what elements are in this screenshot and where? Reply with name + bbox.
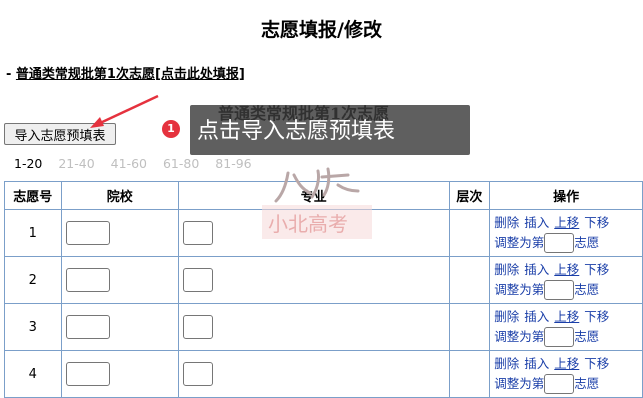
adjust-suffix: 志愿 bbox=[574, 281, 600, 297]
adjust-prefix: 调整为第 bbox=[494, 234, 545, 250]
delete-link[interactable]: 删除 bbox=[494, 215, 519, 230]
header-actions: 操作 bbox=[489, 181, 643, 210]
insert-link[interactable]: 插入 bbox=[524, 215, 549, 230]
move-up-link[interactable]: 上移 bbox=[554, 309, 579, 324]
move-down-link[interactable]: 下移 bbox=[584, 215, 609, 230]
adjust-position-input[interactable] bbox=[544, 280, 575, 301]
import-prefill-button[interactable]: 导入志愿预填表 bbox=[4, 123, 116, 145]
move-down-link[interactable]: 下移 bbox=[584, 262, 609, 277]
table-row: 3 删除 插入 上移 下移调整为第 志愿 bbox=[4, 303, 643, 351]
header-college: 院校 bbox=[60, 181, 179, 210]
choice-number: 3 bbox=[4, 303, 62, 351]
insert-link[interactable]: 插入 bbox=[524, 356, 549, 371]
choice-number: 1 bbox=[4, 209, 62, 257]
adjust-suffix: 志愿 bbox=[574, 328, 600, 344]
adjust-suffix: 志愿 bbox=[574, 375, 600, 391]
major-code-input[interactable] bbox=[182, 268, 213, 292]
college-code-input[interactable] bbox=[65, 362, 110, 386]
adjust-position-input[interactable] bbox=[544, 374, 575, 395]
row-actions: 删除 插入 上移 下移调整为第 志愿 bbox=[489, 209, 643, 257]
move-down-link[interactable]: 下移 bbox=[584, 356, 609, 371]
level-cell bbox=[448, 350, 491, 398]
college-code-input[interactable] bbox=[65, 315, 110, 339]
adjust-position-input[interactable] bbox=[544, 327, 575, 348]
move-up-link[interactable]: 上移 bbox=[554, 215, 579, 230]
adjust-prefix: 调整为第 bbox=[494, 281, 545, 297]
round-subtitle: - 普通类常规批第1次志愿[点击此处填报] bbox=[6, 63, 245, 82]
insert-link[interactable]: 插入 bbox=[524, 262, 549, 277]
row-actions: 删除 插入 上移 下移调整为第 志愿 bbox=[489, 303, 643, 351]
row-actions: 删除 插入 上移 下移调整为第 志愿 bbox=[489, 350, 643, 398]
table-row: 2 删除 插入 上移 下移调整为第 志愿 bbox=[4, 256, 643, 304]
tip-text: 点击导入志愿预填表 bbox=[197, 119, 396, 144]
page-tab-5[interactable]: 81-96 bbox=[215, 156, 251, 171]
major-code-input[interactable] bbox=[182, 362, 213, 386]
move-up-link[interactable]: 上移 bbox=[554, 356, 579, 371]
table-row: 4 删除 插入 上移 下移调整为第 志愿 bbox=[4, 350, 643, 398]
delete-link[interactable]: 删除 bbox=[494, 262, 519, 277]
page-title: 志愿填报/修改 bbox=[261, 19, 382, 41]
delete-link[interactable]: 删除 bbox=[494, 309, 519, 324]
level-cell bbox=[448, 303, 491, 351]
step-badge: 1 bbox=[162, 120, 180, 138]
header-level: 层次 bbox=[448, 181, 491, 210]
move-up-link[interactable]: 上移 bbox=[554, 262, 579, 277]
adjust-prefix: 调整为第 bbox=[494, 328, 545, 344]
adjust-prefix: 调整为第 bbox=[494, 375, 545, 391]
delete-link[interactable]: 删除 bbox=[494, 356, 519, 371]
adjust-suffix: 志愿 bbox=[574, 234, 600, 250]
pagination: 1-20 21-40 41-60 61-80 81-96 bbox=[14, 156, 264, 171]
move-down-link[interactable]: 下移 bbox=[584, 309, 609, 324]
fill-round-link[interactable]: 普通类常规批第1次志愿[点击此处填报] bbox=[16, 67, 245, 82]
major-code-input[interactable] bbox=[182, 315, 213, 339]
page-tab-4[interactable]: 61-80 bbox=[163, 156, 199, 171]
choice-number: 4 bbox=[4, 350, 62, 398]
header-choice-no: 志愿号 bbox=[4, 181, 62, 210]
svg-text:小北高考: 小北高考 bbox=[268, 212, 348, 236]
college-code-input[interactable] bbox=[65, 221, 110, 245]
page-tab-3[interactable]: 41-60 bbox=[111, 156, 147, 171]
major-code-input[interactable] bbox=[182, 221, 213, 245]
page-tab-2[interactable]: 21-40 bbox=[58, 156, 94, 171]
college-code-input[interactable] bbox=[65, 268, 110, 292]
subtitle-prefix: - bbox=[6, 67, 16, 82]
adjust-position-input[interactable] bbox=[544, 233, 575, 254]
page-tab-1[interactable]: 1-20 bbox=[14, 156, 42, 171]
level-cell bbox=[448, 209, 491, 257]
row-actions: 删除 插入 上移 下移调整为第 志愿 bbox=[489, 256, 643, 304]
choice-number: 2 bbox=[4, 256, 62, 304]
insert-link[interactable]: 插入 bbox=[524, 309, 549, 324]
watermark-logo: 小北高考 bbox=[262, 167, 372, 239]
level-cell bbox=[448, 256, 491, 304]
